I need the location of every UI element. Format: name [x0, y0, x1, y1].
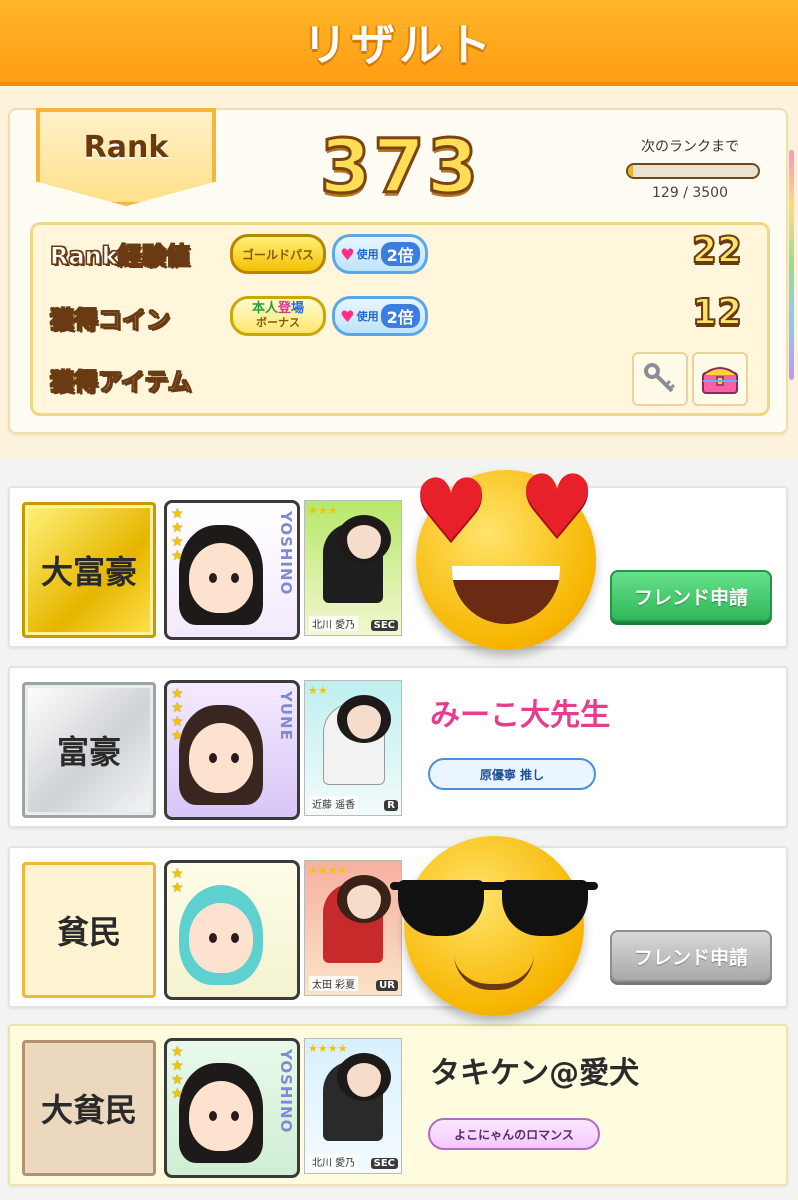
next-rank-progress-bar: [626, 163, 760, 179]
star-rating-icon: ★★★: [308, 504, 338, 517]
card-member-name: 北川 愛乃: [309, 1154, 359, 1169]
rainbow-edge-decoration: [789, 150, 794, 380]
avatar-eye: [231, 753, 239, 763]
avatar-face: [189, 543, 253, 613]
heart-icon: ♥: [412, 461, 490, 561]
double-use-label: 使用: [356, 310, 379, 323]
oshi-badge: よこにゃんのロマンス: [428, 1118, 600, 1150]
sunglasses-emoji-icon: [390, 836, 598, 1016]
coin-label: 獲得コイン: [50, 306, 171, 335]
grin-mouth: [452, 566, 560, 624]
title-badge: 大貧民: [22, 1040, 156, 1176]
treasure-chest-graphic: [702, 367, 738, 394]
card-photo-head: [337, 875, 391, 923]
rank-badge-label: Rank: [83, 130, 169, 165]
avatar[interactable]: ★ ★ ★ ★ YOSHINO: [164, 1038, 300, 1178]
player-row: 大富豪 ★ ★ ★ ★ YOSHINO ★★★ 北川 愛乃 SEC フレンド申請: [8, 486, 788, 648]
player-name: タキケン@愛犬: [430, 1056, 640, 1091]
star-rating-icon: ★★★★: [308, 864, 348, 877]
star-rating-icon: ★★★★: [171, 1044, 184, 1102]
page-title: リザルト: [303, 20, 495, 71]
rank-exp-label: Rank経験値: [50, 242, 191, 271]
gold-pass-badge: ゴールドパス: [230, 234, 326, 274]
player-row: 大貧民 ★ ★ ★ ★ YOSHINO ★★★★ 北川 愛乃 SEC タキケン@愛犬 …: [8, 1024, 788, 1186]
coin-value: 12: [691, 291, 743, 334]
avatar-name: YOSHINO: [277, 1049, 295, 1134]
next-rank-progress-text: 129 / 3500: [652, 185, 728, 201]
star-rating-icon: ★★: [171, 866, 184, 896]
bonus-title: 本人登場: [251, 301, 305, 316]
avatar-face: [189, 723, 253, 793]
friend-request-button[interactable]: フレンド申請: [610, 930, 772, 982]
heart-icon: ♥: [340, 306, 355, 326]
double-use-label: 使用: [356, 248, 379, 261]
member-card[interactable]: ★★★★ 太田 彩夏 UR: [304, 860, 402, 996]
avatar[interactable]: ★ ★ ★ ★ YOSHINO: [164, 500, 300, 640]
avatar-eye: [209, 573, 217, 583]
avatar-face: [189, 1081, 253, 1151]
member-card[interactable]: ★★ 近藤 遥香 R: [304, 680, 402, 816]
title-badge: 大富豪: [22, 502, 156, 638]
title-badge: 貧民: [22, 862, 156, 998]
avatar-eye: [209, 753, 217, 763]
title-badge: 富豪: [22, 682, 156, 818]
double-multiplier: 2倍: [380, 304, 420, 328]
player-name: みーこ大先生: [430, 698, 610, 733]
avatar-face: [189, 903, 253, 973]
double-bonus-badge: ♥ 使用 2倍: [332, 234, 428, 274]
card-photo-head: [337, 695, 391, 743]
card-photo-head: [337, 1053, 391, 1101]
sunglasses-icon: [390, 880, 598, 940]
card-rarity: UR: [376, 980, 398, 991]
oshi-badge: 原優寧 推し: [428, 758, 596, 790]
avatar-name: YUNE: [277, 691, 295, 741]
card-member-name: 北川 愛乃: [309, 616, 359, 631]
heart-icon: ♥: [340, 244, 355, 264]
card-rarity: SEC: [370, 620, 398, 631]
avatar-eye: [231, 573, 239, 583]
double-bonus-badge: ♥ 使用 2倍: [332, 296, 428, 336]
heart-eyes-emoji-icon: ♥ ♥: [412, 457, 596, 650]
avatar[interactable]: ★ ★ ★ ★ YUNE: [164, 680, 300, 820]
card-photo-head: [337, 515, 391, 563]
item-label: 獲得アイテム: [50, 368, 193, 397]
card-rarity: SEC: [370, 1158, 398, 1169]
card-rarity: R: [384, 800, 398, 811]
star-rating-icon: ★★★★: [308, 1042, 348, 1055]
rank-number: 373: [318, 123, 481, 212]
star-rating-icon: ★★: [308, 684, 328, 697]
bonus-subtitle: ボーナス: [256, 316, 300, 329]
member-card[interactable]: ★★★★ 北川 愛乃 SEC: [304, 1038, 402, 1174]
star-rating-icon: ★★★★: [171, 686, 184, 744]
avatar-name: YOSHINO: [277, 511, 295, 596]
avatar-eye: [209, 1111, 217, 1121]
next-rank-progress-fill: [628, 165, 633, 177]
self-appearance-bonus-badge: 本人登場 ボーナス: [230, 296, 326, 336]
double-multiplier: 2倍: [380, 242, 420, 266]
avatar-eye: [231, 1111, 239, 1121]
smile-mouth: [454, 954, 534, 990]
avatar-eye: [209, 933, 217, 943]
friend-request-button[interactable]: フレンド申請: [610, 570, 772, 622]
member-card[interactable]: ★★★ 北川 愛乃 SEC: [304, 500, 402, 636]
result-header: リザルト: [0, 0, 798, 86]
key-icon[interactable]: [632, 352, 688, 406]
heart-icon: ♥: [518, 457, 596, 557]
card-member-name: 近藤 遥香: [309, 796, 359, 811]
avatar-eye: [231, 933, 239, 943]
card-member-name: 太田 彩夏: [309, 976, 359, 991]
star-rating-icon: ★★★★: [171, 506, 184, 564]
next-rank-label: 次のランクまで: [641, 139, 739, 155]
avatar[interactable]: ★ ★: [164, 860, 300, 1000]
treasure-chest-icon[interactable]: [692, 352, 748, 406]
key-icon-graphic: [644, 363, 676, 393]
rank-exp-value: 22: [691, 229, 743, 272]
player-row: 富豪 ★ ★ ★ ★ YUNE ★★ 近藤 遥香 R みーこ大先生 原優寧 推し: [8, 666, 788, 828]
